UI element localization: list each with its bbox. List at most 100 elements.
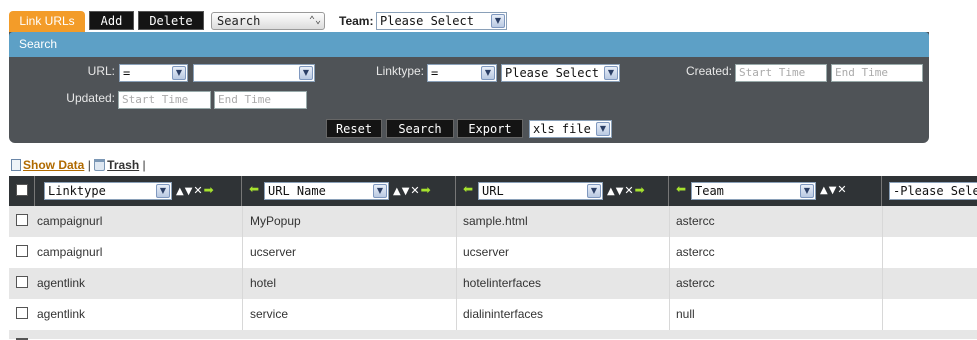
tab-link-urls[interactable]: Link URLs bbox=[9, 11, 85, 32]
select-all-checkbox[interactable] bbox=[16, 184, 28, 196]
row-checkbox[interactable] bbox=[16, 245, 28, 257]
add-button[interactable]: Add bbox=[89, 11, 134, 30]
linktype-operator-value: = bbox=[431, 66, 439, 80]
created-label: Created: bbox=[685, 64, 732, 78]
move-right-icon[interactable]: ➡ bbox=[635, 183, 646, 197]
column-divider bbox=[882, 268, 883, 299]
table-row: campaignurl ucserver ucserver astercc bbox=[9, 237, 977, 268]
chevron-down-icon: ▼ bbox=[172, 66, 186, 80]
header-col-linktype: Linktype ▼ ▲▼✕➡ bbox=[35, 176, 242, 206]
cell-linktype: agentlink bbox=[37, 307, 86, 321]
reset-button[interactable]: Reset bbox=[326, 119, 382, 138]
column-divider bbox=[242, 237, 243, 268]
row-checkbox[interactable] bbox=[16, 307, 28, 319]
show-data-link[interactable]: Show Data bbox=[23, 158, 84, 172]
column-select-add[interactable]: -Please Select- bbox=[889, 182, 977, 200]
header-col-url: ⬅ URL ▼ ▲▼✕➡ bbox=[456, 176, 669, 206]
column-controls: ▲▼✕➡ bbox=[393, 183, 432, 197]
url-value-select[interactable]: ▼ bbox=[193, 64, 315, 82]
close-icon[interactable]: ✕ bbox=[193, 184, 203, 197]
team-select[interactable]: Please Select ▼ bbox=[376, 12, 507, 30]
trash-link[interactable]: Trash bbox=[107, 158, 139, 172]
cell-linktype: campaignurl bbox=[37, 214, 103, 228]
chevron-down-icon: ▼ bbox=[373, 184, 387, 198]
toolbar: Link URLs Add Delete Search ⌃⌄ Team: Ple… bbox=[0, 0, 977, 32]
created-start-input[interactable]: Start Time bbox=[735, 64, 827, 82]
search-toggle-label: Search bbox=[217, 14, 261, 28]
chevron-down-icon: ▼ bbox=[800, 184, 814, 198]
row-checkbox[interactable] bbox=[16, 214, 28, 226]
column-divider bbox=[456, 268, 457, 299]
cell-team: astercc bbox=[676, 245, 715, 259]
data-links: Show Data | Trash | bbox=[11, 158, 146, 172]
sort-asc-icon[interactable]: ▲ bbox=[176, 186, 185, 197]
document-icon bbox=[11, 159, 21, 171]
updated-end-input[interactable]: End Time bbox=[214, 91, 307, 109]
close-icon[interactable]: ✕ bbox=[837, 183, 847, 196]
linktype-operator-select[interactable]: = ▼ bbox=[427, 64, 497, 82]
sort-asc-icon[interactable]: ▲ bbox=[820, 185, 829, 196]
sort-asc-icon[interactable]: ▲ bbox=[607, 186, 616, 197]
search-button[interactable]: Search bbox=[386, 119, 454, 138]
table-row: campaignurl MyPopup sample.html astercc bbox=[9, 206, 977, 237]
url-operator-select[interactable]: = ▼ bbox=[119, 64, 188, 82]
table-row bbox=[9, 330, 977, 340]
table-row: agentlink service dialininterfaces null bbox=[9, 299, 977, 330]
row-checkbox[interactable] bbox=[16, 276, 28, 288]
updated-start-input[interactable]: Start Time bbox=[118, 91, 211, 109]
created-end-input[interactable]: End Time bbox=[831, 64, 923, 82]
column-divider bbox=[242, 268, 243, 299]
cell-url: dialininterfaces bbox=[463, 307, 544, 321]
column-divider bbox=[669, 237, 670, 268]
column-divider bbox=[242, 299, 243, 330]
column-divider bbox=[882, 206, 883, 237]
column-divider bbox=[242, 206, 243, 237]
cell-team: astercc bbox=[676, 214, 715, 228]
cell-linktype: agentlink bbox=[37, 276, 86, 290]
move-left-icon[interactable]: ⬅ bbox=[463, 182, 473, 196]
column-label: Linktype bbox=[48, 184, 106, 198]
cell-url: hotelinterfaces bbox=[463, 276, 542, 290]
linktype-value-select[interactable]: Please Select ▼ bbox=[501, 64, 620, 82]
close-icon[interactable]: ✕ bbox=[410, 184, 420, 197]
column-select-url[interactable]: URL ▼ bbox=[478, 182, 603, 200]
cell-team: astercc bbox=[676, 276, 715, 290]
cell-url: sample.html bbox=[463, 214, 528, 228]
move-left-icon[interactable]: ⬅ bbox=[249, 182, 259, 196]
header-col-team: ⬅ Team ▼ ▲▼✕ bbox=[669, 176, 882, 206]
column-divider bbox=[456, 237, 457, 268]
header-checkbox-cell bbox=[9, 176, 35, 206]
sort-asc-icon[interactable]: ▲ bbox=[393, 186, 402, 197]
move-right-icon[interactable]: ➡ bbox=[421, 183, 432, 197]
grid-header: Linktype ▼ ▲▼✕➡ ⬅ URL Name ▼ ▲▼✕➡ ⬅ URL … bbox=[9, 176, 977, 206]
column-divider bbox=[669, 299, 670, 330]
linktype-value-text: Please Select bbox=[505, 66, 599, 80]
chevron-down-icon: ▼ bbox=[299, 66, 313, 80]
export-format-select[interactable]: xls file ▼ bbox=[529, 120, 612, 138]
separator: | bbox=[87, 158, 91, 172]
delete-button[interactable]: Delete bbox=[138, 11, 204, 30]
column-label: URL bbox=[482, 184, 504, 198]
column-select-url-name[interactable]: URL Name ▼ bbox=[264, 182, 389, 200]
close-icon[interactable]: ✕ bbox=[624, 184, 634, 197]
url-operator-value: = bbox=[123, 66, 131, 80]
header-col-add: -Please Select- bbox=[882, 176, 977, 206]
export-button[interactable]: Export bbox=[457, 119, 523, 138]
chevron-down-icon: ▼ bbox=[596, 122, 610, 136]
search-toggle-dropdown[interactable]: Search ⌃⌄ bbox=[211, 12, 325, 30]
column-controls: ▲▼✕➡ bbox=[607, 183, 646, 197]
column-select-linktype[interactable]: Linktype ▼ bbox=[44, 182, 172, 200]
cell-url-name: ucserver bbox=[250, 245, 297, 259]
move-right-icon[interactable]: ➡ bbox=[204, 183, 215, 197]
up-down-icon: ⌃⌄ bbox=[308, 15, 321, 26]
column-controls: ▲▼✕ bbox=[820, 183, 848, 196]
column-select-team[interactable]: Team ▼ bbox=[691, 182, 816, 200]
url-label: URL: bbox=[87, 64, 115, 78]
column-divider bbox=[456, 206, 457, 237]
cell-url-name: hotel bbox=[250, 276, 277, 290]
move-left-icon[interactable]: ⬅ bbox=[676, 182, 686, 196]
column-controls: ▲▼✕➡ bbox=[176, 183, 215, 197]
linktype-label: Linktype: bbox=[375, 64, 424, 78]
team-label: Team: bbox=[339, 14, 374, 28]
column-divider bbox=[669, 268, 670, 299]
